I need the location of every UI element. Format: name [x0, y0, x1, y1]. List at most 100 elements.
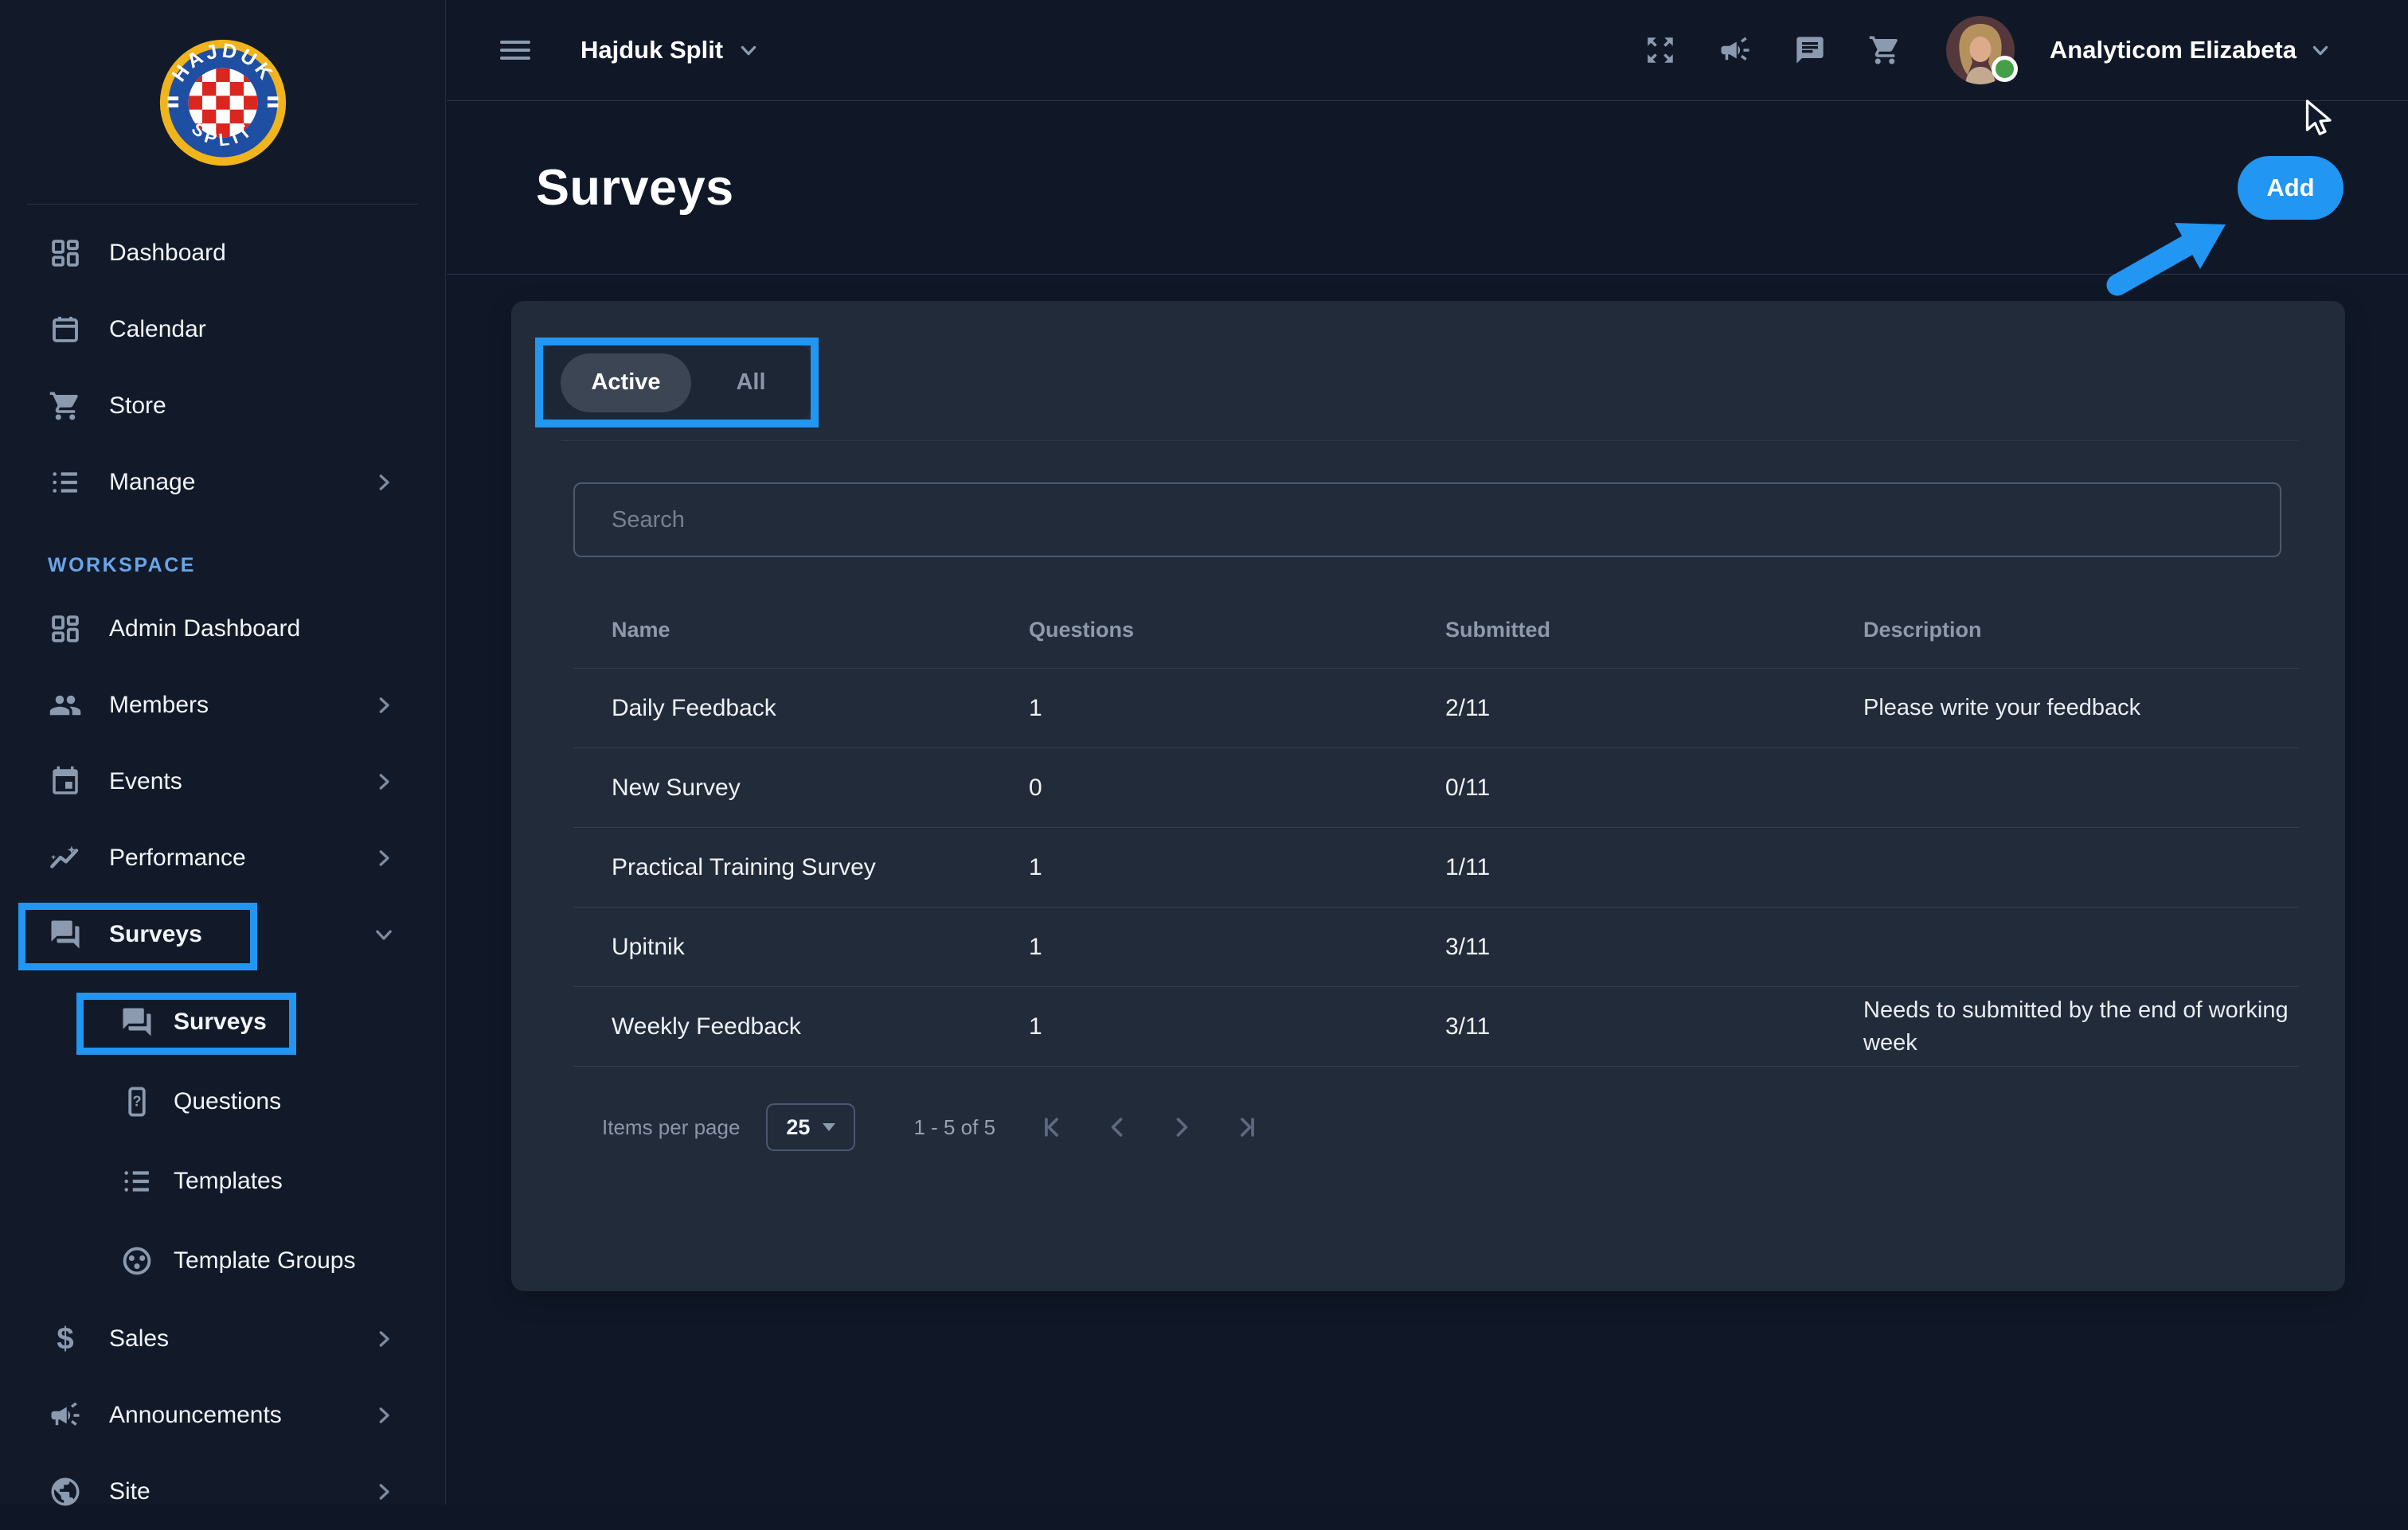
people-icon — [48, 688, 83, 723]
chevron-right-icon — [372, 770, 396, 794]
items-per-page-select[interactable]: 25 — [766, 1103, 855, 1151]
last-page-button[interactable] — [1229, 1113, 1258, 1142]
event-icon — [48, 764, 83, 799]
sidebar-item-sales[interactable]: $ Sales — [0, 1301, 445, 1377]
sidebar-item-label: Store — [109, 392, 166, 420]
filter-active-toggle[interactable]: Active — [561, 353, 691, 412]
chevron-down-icon — [372, 923, 396, 946]
list-icon — [48, 465, 83, 500]
device-question-icon: ? — [119, 1084, 154, 1119]
chevron-right-icon — [372, 470, 396, 494]
sidebar-item-site[interactable]: Site — [0, 1454, 445, 1530]
sidebar-item-events[interactable]: Events — [0, 744, 445, 820]
sidebar-item-label: Site — [109, 1478, 150, 1505]
sidebar-subitem-surveys[interactable]: Surveys — [0, 982, 445, 1062]
menu-icon[interactable] — [499, 40, 531, 60]
dollar-icon: $ — [48, 1321, 83, 1356]
sidebar-item-label: Admin Dashboard — [109, 615, 300, 642]
fullscreen-icon[interactable] — [1644, 33, 1677, 67]
divider — [561, 440, 2299, 441]
column-header-description: Description — [1825, 618, 2299, 642]
items-per-page-label: Items per page — [602, 1115, 740, 1140]
megaphone-icon — [48, 1398, 83, 1433]
filter-toggle-group: Active All — [543, 345, 811, 420]
cell-name: Daily Feedback — [573, 695, 991, 722]
cell-submitted: 0/11 — [1407, 775, 1825, 802]
chevron-right-icon — [372, 1403, 396, 1427]
pager-controls — [1041, 1113, 1258, 1142]
globe-icon — [48, 1474, 83, 1509]
sidebar-item-store[interactable]: Store — [0, 368, 445, 444]
sidebar-item-announcements[interactable]: Announcements — [0, 1377, 445, 1454]
column-header-submitted: Submitted — [1407, 618, 1825, 642]
sidebar-subitem-templates[interactable]: Templates — [0, 1142, 445, 1221]
page-size-value: 25 — [786, 1115, 810, 1140]
cell-questions: 0 — [991, 775, 1407, 802]
sidebar-item-members[interactable]: Members — [0, 667, 445, 744]
dashboard-icon — [48, 236, 83, 271]
cell-name: Practical Training Survey — [573, 854, 991, 881]
club-selector[interactable]: Hajduk Split — [580, 36, 760, 64]
cell-description: Please write your feedback — [1825, 692, 2299, 724]
surveys-card: Active All Name Questions Submitted Desc… — [511, 301, 2345, 1291]
search-input[interactable] — [573, 482, 2281, 557]
sidebar-item-performance[interactable]: Performance — [0, 820, 445, 896]
club-name: Hajduk Split — [580, 36, 723, 64]
club-logo[interactable]: HAJDUK SPLIT — [0, 0, 445, 205]
caret-down-icon — [823, 1123, 835, 1131]
chevron-down-icon — [737, 39, 760, 61]
next-page-button[interactable] — [1167, 1113, 1195, 1142]
add-button[interactable]: Add — [2238, 156, 2344, 220]
topbar-actions: Analyticom Elizabeta — [1644, 16, 2332, 84]
table-row[interactable]: Practical Training Survey 1 1/11 — [573, 828, 2299, 907]
table-row[interactable]: Daily Feedback 1 2/11 Please write your … — [573, 669, 2299, 748]
table-row[interactable]: New Survey 0 0/11 — [573, 748, 2299, 828]
user-name: Analyticom Elizabeta — [2050, 36, 2297, 64]
sidebar-subitem-label: Questions — [174, 1088, 281, 1115]
avatar[interactable] — [1946, 16, 2015, 84]
sidebar-item-label: Calendar — [109, 316, 206, 343]
sidebar-item-surveys[interactable]: Surveys — [0, 896, 445, 973]
cell-submitted: 3/11 — [1407, 934, 1825, 961]
page-title: Surveys — [536, 159, 734, 217]
chevron-right-icon — [372, 693, 396, 717]
sidebar-subitem-label: Template Groups — [174, 1247, 355, 1274]
first-page-button[interactable] — [1041, 1113, 1069, 1142]
sidebar-item-label: Announcements — [109, 1402, 282, 1429]
sidebar-item-calendar[interactable]: Calendar — [0, 291, 445, 368]
cell-questions: 1 — [991, 934, 1407, 961]
cell-submitted: 2/11 — [1407, 695, 1825, 722]
page-header: Surveys Add — [447, 101, 2408, 275]
cell-submitted: 3/11 — [1407, 1013, 1825, 1040]
previous-page-button[interactable] — [1104, 1113, 1132, 1142]
sidebar-subitem-label: Templates — [174, 1168, 283, 1195]
calendar-icon — [48, 312, 83, 347]
sidebar-item-manage[interactable]: Manage — [0, 444, 445, 521]
sidebar-item-label: Surveys — [109, 921, 202, 948]
table-row[interactable]: Weekly Feedback 1 3/11 Needs to submitte… — [573, 987, 2299, 1067]
filter-all-toggle[interactable]: All — [691, 369, 811, 396]
group-work-icon — [119, 1243, 154, 1278]
sidebar-subitem-questions[interactable]: ? Questions — [0, 1062, 445, 1142]
cell-description: Needs to submitted by the end of working… — [1825, 994, 2299, 1060]
surveys-subnav: Surveys ? Questions — [0, 982, 445, 1301]
cell-name: New Survey — [573, 775, 991, 802]
sidebar-item-dashboard[interactable]: Dashboard — [0, 215, 445, 291]
sidebar-item-admin-dashboard[interactable]: Admin Dashboard — [0, 591, 445, 667]
surveys-table: Name Questions Submitted Description Dai… — [573, 592, 2299, 1067]
page-range-label: 1 - 5 of 5 — [913, 1115, 995, 1140]
cart-icon[interactable] — [1868, 33, 1902, 67]
table-row[interactable]: Upitnik 1 3/11 — [573, 907, 2299, 987]
sidebar-subitem-template-groups[interactable]: Template Groups — [0, 1221, 445, 1301]
cell-name: Weekly Feedback — [573, 1013, 991, 1040]
cell-questions: 1 — [991, 695, 1407, 722]
chat-icon[interactable] — [1793, 33, 1827, 67]
user-menu[interactable]: Analyticom Elizabeta — [2050, 36, 2332, 64]
sidebar-item-label: Events — [109, 768, 182, 795]
announcements-icon[interactable] — [1718, 33, 1752, 67]
online-status-dot — [1992, 56, 2018, 86]
chevron-right-icon — [372, 846, 396, 870]
table-header-row: Name Questions Submitted Description — [573, 592, 2299, 669]
sidebar-subitem-label: Surveys — [174, 1009, 267, 1036]
sidebar-nav: Dashboard Calendar Store — [0, 205, 445, 1530]
